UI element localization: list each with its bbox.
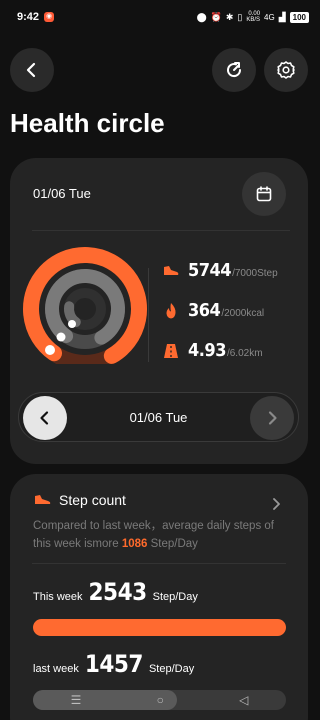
network-speed: 0.00 KB/S — [246, 11, 260, 23]
date-navigator: 01/06 Tue — [18, 392, 299, 442]
stat-calories: 364 /2000kcal — [162, 300, 264, 321]
summary-date: 01/06 Tue — [33, 186, 91, 201]
steps-value: 5744 — [188, 260, 232, 281]
shoe-icon — [164, 265, 179, 275]
app-notification-icon: ◉ — [44, 12, 55, 22]
calendar-button[interactable] — [242, 172, 286, 216]
network-speed-unit: KB/S — [246, 17, 261, 23]
last-week-label: last week — [33, 663, 79, 675]
chevron-right-icon[interactable] — [270, 497, 282, 511]
distance-ring-marker-icon — [56, 332, 66, 342]
back-button[interactable] — [10, 48, 54, 92]
this-week-label: This week — [33, 591, 83, 603]
road-icon — [164, 343, 178, 358]
page-title: Health circle — [10, 108, 165, 138]
last-week-unit: Step/Day — [148, 663, 195, 675]
calories-goal: /2000kcal — [221, 308, 265, 319]
flame-icon — [166, 302, 176, 318]
chevron-right-icon — [268, 411, 277, 425]
this-week-value: 2543 — [88, 578, 148, 606]
back-triangle-icon[interactable]: ◁ — [239, 693, 248, 707]
this-week-bar — [33, 619, 286, 636]
system-nav-highlight — [33, 690, 177, 710]
sync-button[interactable] — [212, 48, 256, 92]
vibrate-icon: ▯ — [237, 11, 243, 22]
distance-goal: /6.02km — [226, 348, 263, 359]
last-week-row: last week 1457 Step/Day — [33, 650, 194, 678]
activity-rings — [23, 247, 147, 364]
stat-distance: 4.93 /6.02km — [162, 340, 263, 361]
status-bar: 9:42 ◉ ⬤ ⏰ ✱ ▯ 0.00 KB/S 4G ▟ 100 — [0, 0, 319, 34]
settings-button[interactable] — [264, 48, 308, 92]
card-divider — [32, 230, 290, 231]
calories-ring-marker-icon — [68, 320, 76, 328]
status-time: 9:42 — [17, 11, 40, 23]
step-comparison-suffix: Step/Day — [147, 538, 198, 550]
steps-goal: /7000Step — [232, 268, 278, 279]
stats-separator — [148, 268, 149, 362]
gear-icon — [277, 61, 295, 79]
home-icon[interactable]: ○ — [157, 693, 164, 707]
bluetooth-icon: ✱ — [225, 11, 234, 22]
alarm-icon: ⏰ — [210, 11, 222, 22]
chevron-left-icon — [26, 62, 36, 78]
network-type: 4G — [264, 12, 275, 22]
system-navigation-bar: ☰ ○ ◁ — [33, 690, 286, 710]
location-icon: ⬤ — [196, 11, 207, 22]
shoe-icon — [35, 495, 51, 504]
step-card-divider — [32, 563, 286, 564]
battery-indicator: 100 — [289, 11, 309, 23]
this-week-row: This week 2543 Step/Day — [33, 578, 198, 606]
step-comparison-value: 1086 — [121, 538, 148, 550]
status-icons: ⬤ ⏰ ✱ ▯ 0.00 KB/S 4G ▟ 100 — [197, 11, 309, 23]
steps-ring-marker-icon — [45, 345, 55, 355]
next-day-button[interactable] — [250, 396, 294, 440]
calories-ring-progress — [64, 301, 81, 328]
menu-icon[interactable]: ☰ — [71, 693, 82, 707]
stat-steps: 5744 /7000Step — [162, 260, 278, 281]
calendar-icon — [256, 186, 272, 202]
this-week-unit: Step/Day — [152, 591, 198, 603]
signal-icon: ▟ — [278, 11, 286, 22]
last-week-value: 1457 — [84, 650, 144, 678]
calories-value: 364 — [188, 300, 221, 321]
refresh-icon — [227, 62, 242, 78]
distance-value: 4.93 — [188, 340, 226, 361]
step-count-title: Step count — [59, 492, 126, 508]
step-comparison-text: Compared to last week，average daily step… — [33, 517, 293, 553]
